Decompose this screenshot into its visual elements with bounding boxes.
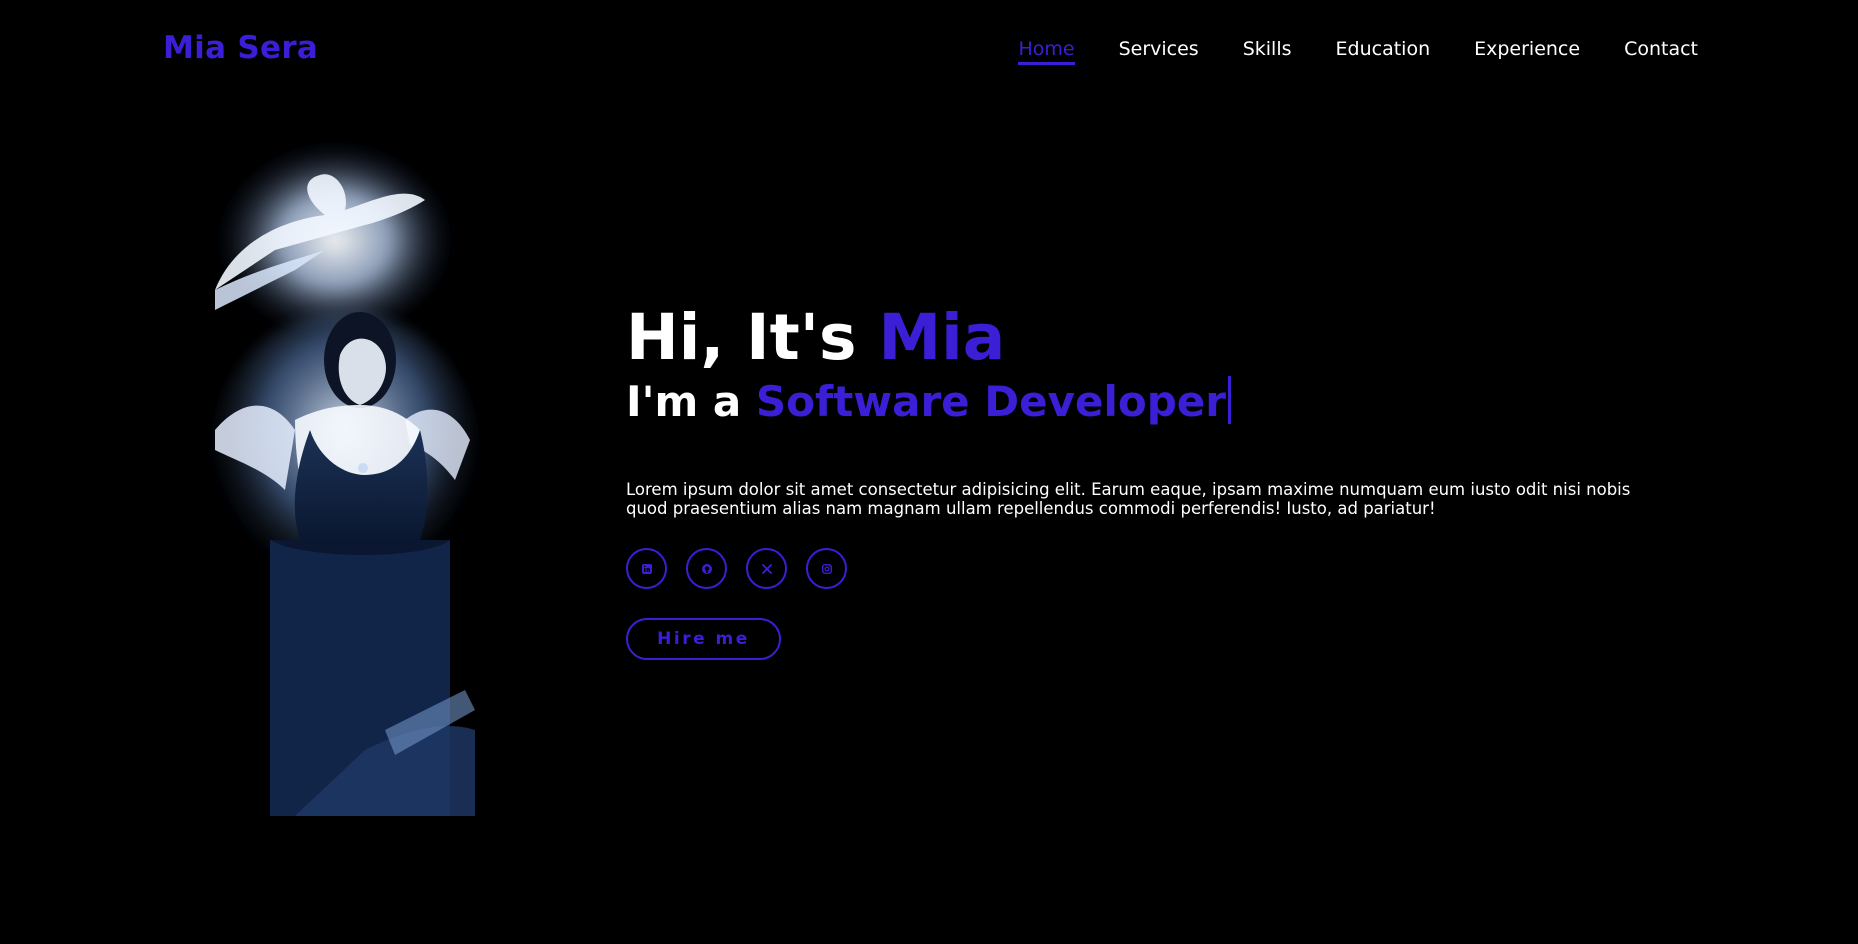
hero-name: Mia [878,301,1006,374]
main-nav: Home Services Skills Education Experienc… [1018,38,1698,65]
nav-contact[interactable]: Contact [1624,38,1698,65]
x-twitter-link[interactable] [746,548,787,589]
profile-portrait [175,130,520,816]
hero-heading: Hi, It's Mia [626,300,1676,376]
typing-cursor [1228,376,1231,424]
hero-greeting: Hi, It's [626,301,879,374]
hero-role-heading: I'm a Software Developer [626,376,1676,428]
nav-education[interactable]: Education [1336,38,1431,65]
logo[interactable]: Mia Sera [163,30,318,66]
nav-home[interactable]: Home [1018,38,1075,65]
instagram-link[interactable] [806,548,847,589]
x-twitter-icon [761,563,772,574]
hero-role: Software Developer [755,377,1226,426]
hero-description: Lorem ipsum dolor sit amet consectetur a… [626,480,1631,518]
nav-services[interactable]: Services [1119,38,1199,65]
hero-section: Hi, It's Mia I'm a Software Developer Lo… [626,300,1676,660]
nav-experience[interactable]: Experience [1474,38,1580,65]
social-links [626,548,1676,589]
hero-role-prefix: I'm a [626,377,756,426]
github-icon [701,563,712,574]
nav-skills[interactable]: Skills [1243,38,1292,65]
hire-me-button[interactable]: Hire me [626,618,781,660]
linkedin-icon [641,563,652,574]
github-link[interactable] [686,548,727,589]
linkedin-link[interactable] [626,548,667,589]
instagram-icon [821,563,832,574]
